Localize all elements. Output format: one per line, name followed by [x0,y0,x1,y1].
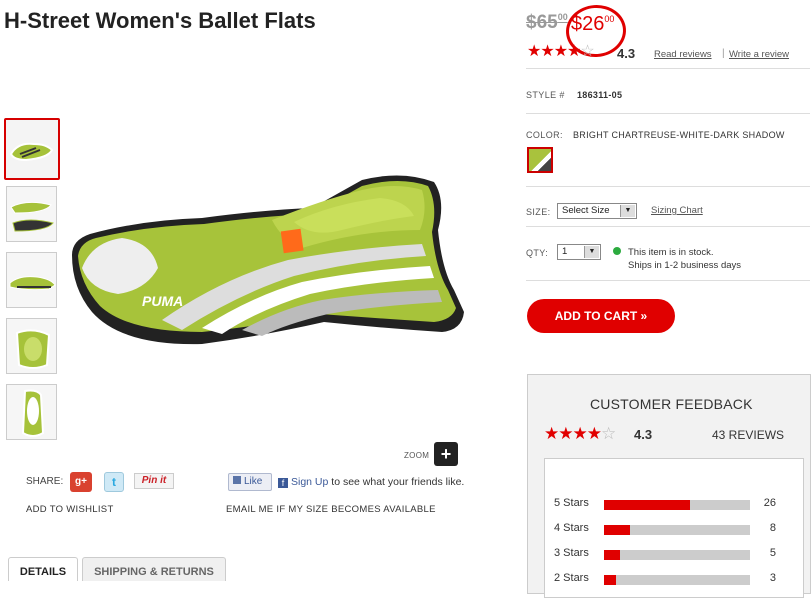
chevron-down-icon: ▼ [584,246,599,258]
rating-bar-fill [604,550,620,560]
facebook-like-button[interactable]: Like [228,473,272,491]
page-title: H-Street Women's Ballet Flats [4,8,316,33]
rating-bar [604,500,750,510]
original-price-whole: $65 [526,12,558,33]
star-icon: ★ [586,424,602,443]
write-review-link[interactable]: Write a review [729,49,789,60]
thumbnail-1[interactable] [4,118,60,180]
google-plus-icon[interactable]: g+ [70,472,92,492]
feedback-review-count[interactable]: 43 REVIEWS [712,428,784,442]
read-reviews-link[interactable]: Read reviews [654,49,712,60]
size-label: SIZE: [526,207,551,217]
thumbnail-2[interactable] [6,186,57,242]
in-stock-icon [613,247,621,255]
feedback-stars: ★★★★☆ [544,424,616,444]
star-empty-icon: ☆ [580,43,594,60]
style-label: STYLE # [526,90,565,100]
pinterest-button[interactable]: Pin it [134,473,174,489]
rating-row-count: 26 [763,497,776,509]
add-to-wishlist-link[interactable]: ADD TO WISHLIST [26,504,114,515]
facebook-signup-text: f Sign Up to see what your friends like. [278,476,464,488]
link-separator: | [722,48,725,59]
rating-bar-fill [604,575,616,585]
facebook-signup-suffix: to see what your friends like. [328,476,465,488]
tab-shipping-returns[interactable]: SHIPPING & RETURNS [82,557,226,581]
facebook-signup-link[interactable]: Sign Up [291,476,328,488]
divider [526,113,810,114]
rating-row-label[interactable]: 2 Stars [554,572,589,584]
zoom-label: ZOOM [404,451,430,460]
rating-row-count: 5 [769,547,776,559]
email-me-link[interactable]: EMAIL ME IF MY SIZE BECOMES AVAILABLE [226,504,436,515]
add-to-cart-button[interactable]: ADD TO CART » [527,299,675,333]
star-icon: ★ [572,424,588,443]
feedback-title: CUSTOMER FEEDBACK [590,396,753,412]
twitter-icon[interactable]: t [104,472,124,492]
star-icon: ★ [544,424,559,443]
rating-bar [604,575,750,585]
thumbnail-4[interactable] [6,318,57,374]
divider [526,280,810,281]
star-icon: ★ [558,424,573,443]
star-icon: ★ [553,43,568,60]
size-select-value: Select Size [562,205,610,216]
stock-line-2: Ships in 1-2 business days [628,260,742,271]
facebook-like-label: Like [244,476,263,487]
rating-row-label[interactable]: 4 Stars [554,522,589,534]
star-icon: ★ [567,43,581,60]
zoom-plus-icon[interactable]: + [434,442,458,466]
rating-row-label[interactable]: 5 Stars [554,497,589,509]
rating-value: 4.3 [617,46,636,61]
divider [526,186,810,187]
rating-row-label[interactable]: 3 Stars [554,547,589,559]
stock-status: This item is in stock. Ships in 1-2 busin… [628,246,741,272]
divider [526,226,810,227]
color-value: BRIGHT CHARTREUSE-WHITE-DARK SHADOW [573,130,785,140]
color-swatch[interactable] [527,147,553,173]
svg-text:PUMA: PUMA [142,293,183,309]
rating-bar-fill [604,500,690,510]
size-select[interactable]: Select Size ▼ [557,203,637,219]
facebook-icon: f [278,478,288,488]
rating-stars: ★★★★☆ [527,41,595,61]
qty-select[interactable]: 1 ▼ [557,244,601,260]
thumbs-up-icon [233,476,241,484]
style-value: 186311-05 [577,90,623,100]
rating-row-count: 3 [769,572,776,584]
qty-label: QTY: [526,248,549,258]
rating-bar-fill [604,525,630,535]
share-label: SHARE: [26,476,64,487]
tab-details[interactable]: DETAILS [8,557,78,581]
stock-line-1: This item is in stock. [628,247,714,258]
qty-select-value: 1 [562,246,568,257]
star-icon: ★ [540,43,554,60]
star-empty-icon: ☆ [601,424,616,443]
product-main-image[interactable]: PUMA [62,160,502,410]
rating-bar [604,550,750,560]
thumbnail-5[interactable] [6,384,57,440]
original-price: $6500 [526,12,568,34]
rating-row-count: 8 [769,522,776,534]
thumbnail-3[interactable] [6,252,57,308]
chevron-down-icon: ▼ [620,205,635,217]
sizing-chart-link[interactable]: Sizing Chart [651,205,703,216]
divider [526,68,810,69]
star-icon: ★ [527,43,541,60]
feedback-rating: 4.3 [634,427,653,442]
rating-bar [604,525,750,535]
original-price-cents: 00 [557,12,568,22]
color-label: COLOR: [526,130,563,140]
